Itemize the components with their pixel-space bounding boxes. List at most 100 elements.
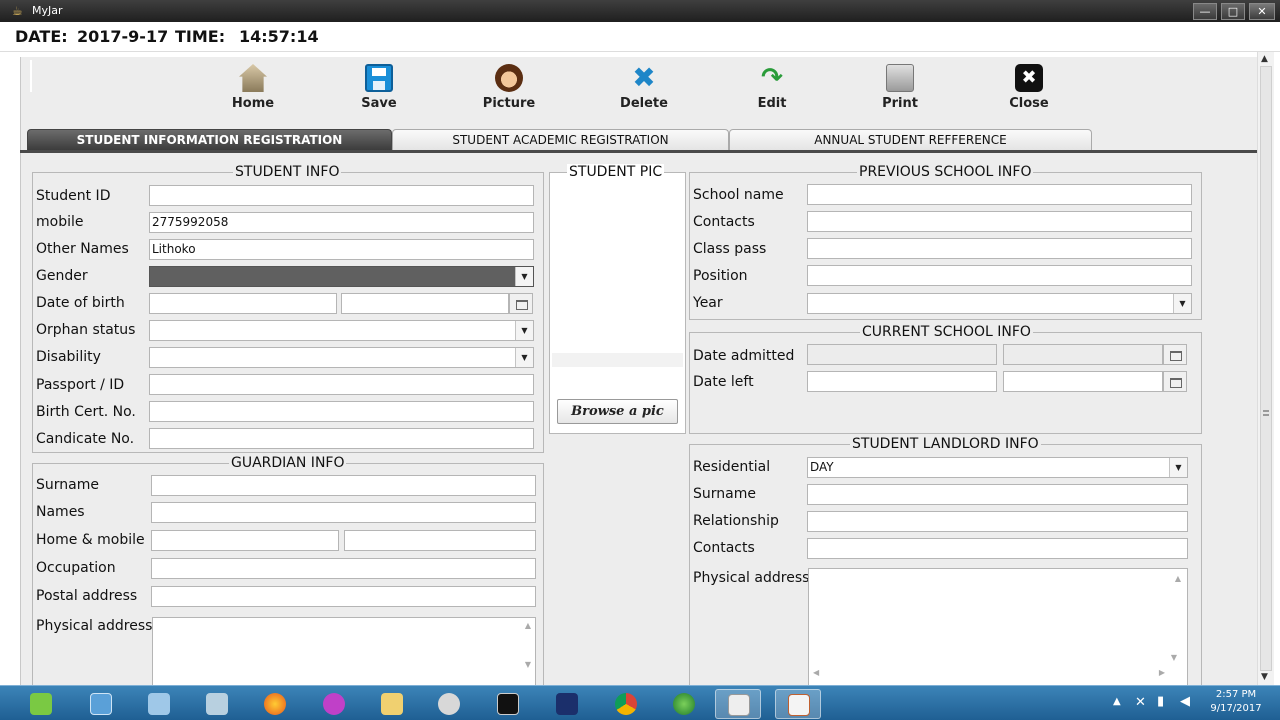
home-button[interactable]: Home: [208, 62, 298, 111]
student-id-input[interactable]: [149, 185, 534, 206]
tab-annual-student-refference[interactable]: ANNUAL STUDENT REFFERENCE: [729, 129, 1092, 150]
chevron-down-icon[interactable]: ▼: [1173, 294, 1191, 313]
landlord-contacts-input[interactable]: [807, 538, 1188, 559]
date-time-bar: DATE: 2017-9-17 TIME: 14:57:14: [0, 22, 1280, 52]
window-icon: [728, 694, 750, 716]
guardian-names-input[interactable]: [151, 502, 536, 523]
save-icon: [365, 64, 393, 92]
maximize-button[interactable]: □: [1221, 3, 1245, 20]
calendar-icon[interactable]: [1163, 371, 1187, 392]
virtualbox-icon: [90, 693, 112, 715]
scroll-thumb[interactable]: [1260, 66, 1272, 671]
scroll-up-icon[interactable]: ▲: [1175, 574, 1181, 583]
edit-button[interactable]: ↷ Edit: [727, 62, 817, 111]
close-window-button[interactable]: ✕: [1249, 3, 1275, 20]
disability-select[interactable]: ▼: [149, 347, 534, 368]
guardian-physical-address-label: Physical address: [36, 618, 153, 634]
date-left-input[interactable]: [807, 371, 997, 392]
relationship-input[interactable]: [807, 511, 1188, 532]
edit-arrow-icon: ↷: [761, 63, 783, 93]
previous-contacts-input[interactable]: [807, 211, 1192, 232]
printer-icon: [886, 64, 914, 92]
scroll-down-icon[interactable]: ▼: [1261, 672, 1268, 682]
tab-student-information-registration[interactable]: STUDENT INFORMATION REGISTRATION: [27, 129, 392, 150]
home-label: Home: [231, 96, 275, 111]
taskbar-app-2[interactable]: [78, 689, 124, 719]
student-info-title: STUDENT INFO: [233, 164, 342, 180]
year-select[interactable]: ▼: [807, 293, 1192, 314]
scroll-up-icon[interactable]: ▲: [525, 621, 531, 630]
other-names-input[interactable]: Lithoko: [149, 239, 534, 260]
calendar-icon[interactable]: [509, 293, 533, 314]
browse-pic-button[interactable]: Browse a pic: [557, 399, 678, 424]
taskbar-firefox[interactable]: [252, 689, 298, 719]
chevron-down-icon[interactable]: ▼: [515, 267, 533, 286]
date-admitted-picker-input[interactable]: [1003, 344, 1163, 365]
occupation-input[interactable]: [151, 558, 536, 579]
chevron-down-icon[interactable]: ▼: [515, 348, 533, 367]
print-button[interactable]: Print: [855, 62, 945, 111]
date-of-birth-picker-input[interactable]: [341, 293, 509, 314]
chevron-down-icon[interactable]: ▼: [1169, 458, 1187, 477]
guardian-mobile-input[interactable]: [344, 530, 536, 551]
window-scrollbar[interactable]: ▲ ▼: [1257, 52, 1274, 685]
taskbar-chrome[interactable]: [603, 689, 649, 719]
network-status-icon[interactable]: ✕: [1135, 695, 1146, 710]
class-pass-input[interactable]: [807, 238, 1192, 259]
home-phone-input[interactable]: [151, 530, 339, 551]
date-admitted-label: Date admitted: [693, 348, 795, 364]
guardian-surname-input[interactable]: [151, 475, 536, 496]
mobile-input[interactable]: 2775992058: [149, 212, 534, 233]
gender-select[interactable]: ▼: [149, 266, 534, 287]
scroll-up-icon[interactable]: ▲: [1261, 54, 1268, 64]
date-of-birth-input[interactable]: [149, 293, 337, 314]
taskbar-app-10[interactable]: [544, 689, 590, 719]
taskbar-app-6[interactable]: [311, 689, 357, 719]
minimize-button[interactable]: —: [1193, 3, 1217, 20]
position-input[interactable]: [807, 265, 1192, 286]
birth-cert-input[interactable]: [149, 401, 534, 422]
delete-button[interactable]: ✖ Delete: [599, 61, 689, 112]
close-button[interactable]: ✖ Close: [984, 62, 1074, 111]
taskbar-java-app[interactable]: [775, 689, 821, 719]
landlord-physical-address-textarea[interactable]: ▲ ▼ ◀ ▶: [808, 568, 1188, 685]
taskbar-app-1[interactable]: [18, 689, 64, 719]
scroll-right-icon[interactable]: ▶: [1159, 668, 1165, 677]
taskbar-app-12[interactable]: [661, 689, 707, 719]
taskbar-app-3[interactable]: [136, 689, 182, 719]
clock-time: 2:57 PM: [1215, 689, 1257, 700]
firefox-icon: [264, 693, 286, 715]
guardian-physical-address-textarea[interactable]: ▲ ▼: [152, 617, 536, 685]
clock[interactable]: 2:57 PM 9/17/2017: [1200, 688, 1272, 716]
close-label: Close: [1009, 96, 1049, 111]
taskbar-explorer[interactable]: [369, 689, 415, 719]
home-icon: [239, 64, 267, 92]
date-admitted-input[interactable]: [807, 344, 997, 365]
chevron-down-icon[interactable]: ▼: [515, 321, 533, 340]
volume-icon[interactable]: ◀: [1180, 694, 1190, 709]
app-icon: [556, 693, 578, 715]
scroll-down-icon[interactable]: ▼: [525, 660, 531, 669]
landlord-surname-input[interactable]: [807, 484, 1188, 505]
date-left-label: Date left: [693, 374, 754, 390]
delete-x-icon: ✖: [632, 61, 656, 94]
passport-id-input[interactable]: [149, 374, 534, 395]
candidate-no-input[interactable]: [149, 428, 534, 449]
residential-select[interactable]: DAY ▼: [807, 457, 1188, 478]
picture-button[interactable]: Picture: [464, 62, 554, 111]
date-left-picker-input[interactable]: [1003, 371, 1163, 392]
taskbar-cmd[interactable]: [485, 689, 531, 719]
battery-icon[interactable]: ▮: [1157, 694, 1164, 709]
scroll-down-icon[interactable]: ▼: [1171, 653, 1177, 662]
orphan-status-select[interactable]: ▼: [149, 320, 534, 341]
taskbar-app-4[interactable]: [194, 689, 240, 719]
school-name-input[interactable]: [807, 184, 1192, 205]
calendar-icon[interactable]: [1163, 344, 1187, 365]
tab-student-academic-registration[interactable]: STUDENT ACADEMIC REGISTRATION: [392, 129, 729, 150]
taskbar-app-8[interactable]: [426, 689, 472, 719]
scroll-left-icon[interactable]: ◀: [813, 668, 819, 677]
save-button[interactable]: Save: [334, 62, 424, 111]
postal-address-input[interactable]: [151, 586, 536, 607]
taskbar-app-13[interactable]: [715, 689, 761, 719]
tray-expand-icon[interactable]: ▲: [1113, 696, 1121, 707]
